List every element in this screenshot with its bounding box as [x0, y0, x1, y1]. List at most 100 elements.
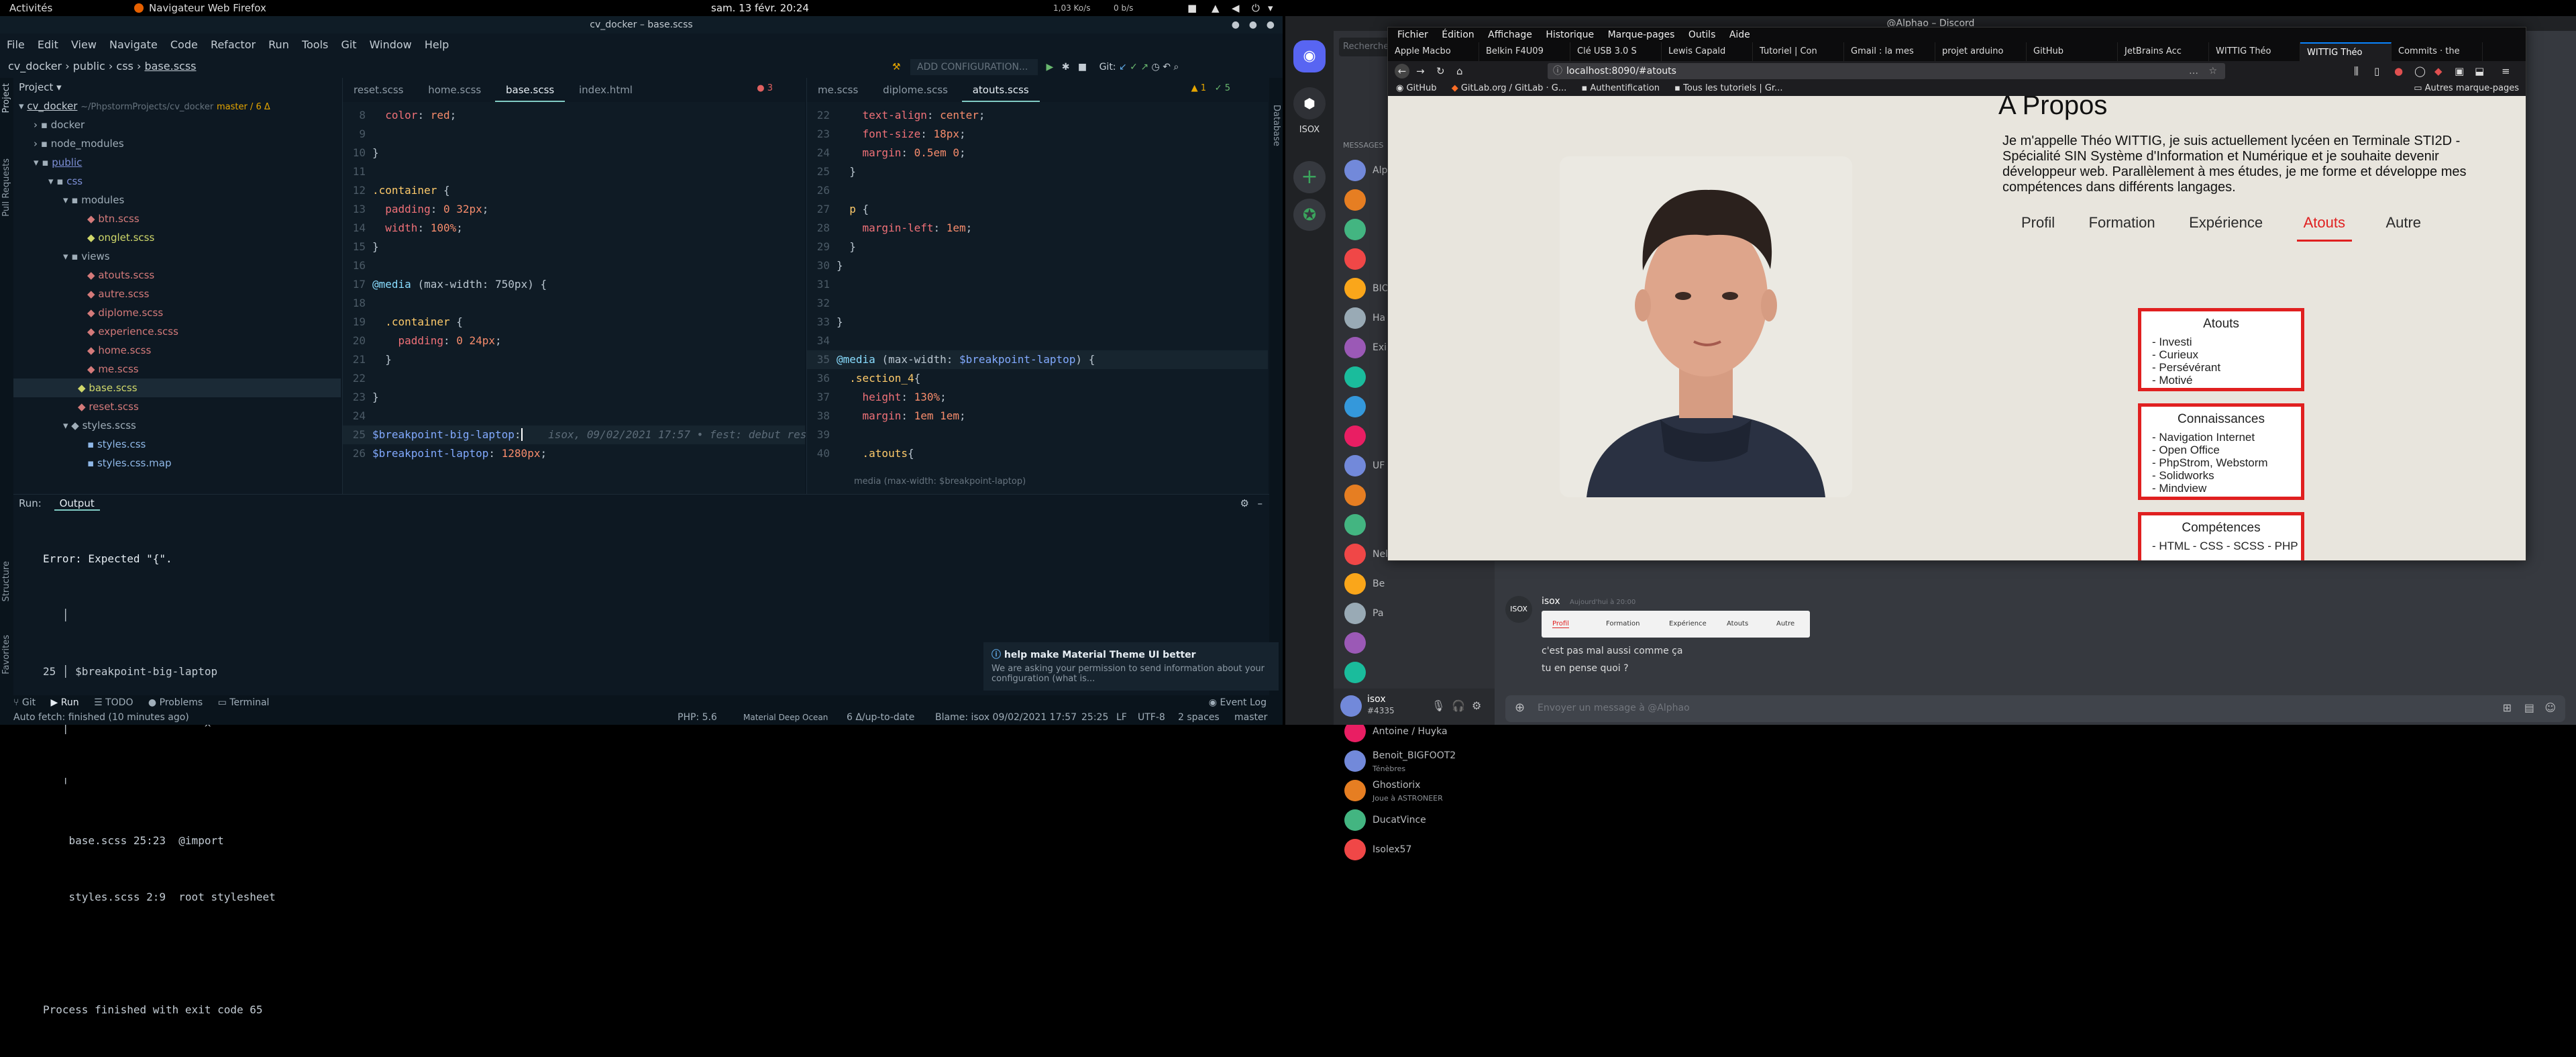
tree-root[interactable]: ▾ cv_docker ~/PhpstormProjects/cv_docker…: [13, 97, 341, 115]
headset-icon[interactable]: 🎧: [1452, 699, 1465, 712]
other-bookmarks[interactable]: ▭ Autres marque-pages: [2414, 81, 2519, 96]
home-button[interactable]: ⌂: [1456, 65, 1463, 77]
editor-breadcrumb[interactable]: media (max-width: $breakpoint-laptop): [854, 476, 1026, 487]
breadcrumb-public[interactable]: public: [73, 60, 105, 72]
favorites-tool-button[interactable]: Favorites: [1, 635, 11, 674]
debug-icon[interactable]: ✱: [1062, 62, 1070, 72]
tree-item[interactable]: ▪ styles.css: [13, 435, 341, 454]
project-tool-button[interactable]: Project: [1, 83, 11, 113]
sidebar-icon[interactable]: ▯: [2374, 65, 2379, 77]
browser-tab[interactable]: projet arduino: [1935, 42, 2027, 61]
tab-reset-scss[interactable]: reset.scss: [343, 78, 414, 102]
dm-list-item[interactable]: [1340, 658, 1492, 687]
tab-home-scss[interactable]: home.scss: [417, 78, 492, 102]
tree-item[interactable]: ▪ styles.css.map: [13, 454, 341, 472]
menu-refactor[interactable]: Refactor: [211, 38, 256, 51]
minimize-icon[interactable]: ●: [1232, 16, 1240, 34]
settings-icon[interactable]: ⚙: [1240, 495, 1249, 512]
ff-menu-bookmarks[interactable]: Marque-pages: [1608, 30, 1675, 40]
browser-tab[interactable]: Commits · the: [2392, 42, 2483, 61]
extension-icon-3[interactable]: ▣: [2455, 65, 2464, 77]
dm-list-item[interactable]: Pa: [1340, 599, 1492, 628]
nav-atouts[interactable]: Atouts: [2296, 214, 2352, 242]
page-info-icon[interactable]: ⓘ: [1553, 63, 1562, 79]
menu-window[interactable]: Window: [370, 38, 412, 51]
attach-icon[interactable]: ⊕: [1515, 701, 1525, 715]
library-icon[interactable]: ⫼: [2354, 65, 2359, 77]
menu-file[interactable]: File: [7, 38, 25, 51]
close-icon[interactable]: ●: [1267, 16, 1275, 34]
breadcrumb-css[interactable]: css: [116, 60, 133, 72]
hamburger-menu-icon[interactable]: ≡: [2502, 65, 2510, 77]
menu-navigate[interactable]: Navigate: [109, 38, 158, 51]
ff-menu-history[interactable]: Historique: [1546, 30, 1594, 40]
run-config-select[interactable]: ADD CONFIGURATION...: [910, 59, 1038, 75]
git-update-icon[interactable]: ↙: [1119, 62, 1127, 72]
browser-tab[interactable]: Apple Macbo: [1388, 42, 1479, 61]
nav-experience[interactable]: Expérience: [2189, 214, 2263, 232]
tree-item[interactable]: ▾ ▪ css: [13, 172, 341, 191]
browser-tab[interactable]: Tutoriel | Con: [1753, 42, 1844, 61]
clock[interactable]: sam. 13 févr. 20:24: [711, 0, 809, 16]
tree-item[interactable]: ▾ ▪ public: [13, 153, 341, 172]
volume-icon[interactable]: ◀: [1232, 0, 1240, 16]
status-fetch[interactable]: Auto fetch: finished (10 minutes ago): [13, 712, 189, 723]
bookmark-tutorials[interactable]: ▪ Tous les tutoriels | Gr...: [1674, 83, 1782, 93]
tab-atouts-scss[interactable]: atouts.scss: [961, 78, 1040, 102]
browser-tab[interactable]: Belkin F4U09: [1479, 42, 1570, 61]
code-area-right[interactable]: 22 text-align: center; 23 font-size: 18p…: [807, 102, 1268, 463]
output-tab[interactable]: Output: [54, 497, 100, 511]
tree-item[interactable]: ◆ diplome.scss: [13, 303, 341, 322]
nav-profil[interactable]: Profil: [2021, 214, 2055, 232]
ff-menu-help[interactable]: Aide: [1729, 30, 1750, 40]
tree-item[interactable]: › ▪ node_modules: [13, 134, 341, 153]
git-push-icon[interactable]: ↗: [1140, 62, 1148, 72]
structure-tool-button[interactable]: Structure: [1, 561, 11, 601]
ff-menu-edit[interactable]: Édition: [1442, 30, 1474, 40]
network-icon[interactable]: ▲: [1212, 0, 1220, 16]
chat-author-avatar[interactable]: ISOX: [1505, 596, 1532, 623]
tree-item[interactable]: ◆ home.scss: [13, 341, 341, 360]
status-sync[interactable]: 6 Δ/up-to-date: [847, 710, 914, 725]
user-settings-icon[interactable]: ⚙: [1472, 699, 1481, 712]
dm-list-item[interactable]: [1340, 628, 1492, 658]
todo-tool-tab[interactable]: ☰ TODO: [94, 697, 133, 708]
ff-menu-view[interactable]: Affichage: [1488, 30, 1532, 40]
ff-menu-file[interactable]: Fichier: [1397, 30, 1428, 40]
tree-item[interactable]: › ▪ docker: [13, 115, 341, 134]
page-actions-icon[interactable]: …: [2189, 63, 2198, 79]
nav-formation[interactable]: Formation: [2089, 214, 2155, 232]
hide-panel-icon[interactable]: –: [1258, 495, 1263, 512]
terminal-tool-tab[interactable]: ▭ Terminal: [218, 697, 270, 708]
nav-autre[interactable]: Autre: [2385, 214, 2421, 232]
tree-item[interactable]: ▾ ▪ modules: [13, 191, 341, 209]
tree-item[interactable]: ▾ ▪ views: [13, 247, 341, 266]
emoji-icon[interactable]: ☺: [2544, 701, 2556, 714]
tree-item[interactable]: ◆ me.scss: [13, 360, 341, 379]
tree-item[interactable]: ▾ ◆ styles.scss: [13, 416, 341, 435]
tree-item-selected[interactable]: ◆ base.scss: [13, 379, 341, 397]
forward-button[interactable]: →: [1416, 65, 1425, 77]
tree-item[interactable]: ◆ atouts.scss: [13, 266, 341, 285]
dm-list-item[interactable]: Be: [1340, 569, 1492, 599]
tab-index-html[interactable]: index.html: [568, 78, 643, 102]
code-area-left[interactable]: 8 color: red; 9 10} 11 12 .container { 13…: [343, 102, 820, 463]
add-server-icon[interactable]: +: [1293, 161, 1326, 193]
warning-count[interactable]: ▲ 1: [1191, 83, 1206, 93]
dm-list-item[interactable]: Isolex57: [1340, 835, 1492, 864]
breadcrumb-file[interactable]: base.scss: [144, 60, 196, 72]
server-icon[interactable]: ⬢: [1293, 87, 1326, 119]
tab-base-scss[interactable]: base.scss: [495, 78, 566, 102]
tree-item[interactable]: ◆ btn.scss: [13, 209, 341, 228]
activities-button[interactable]: Activités: [9, 0, 52, 16]
pull-requests-tool-button[interactable]: Pull Requests: [1, 158, 11, 217]
back-button[interactable]: ←: [1395, 64, 1409, 79]
bookmark-gitlab[interactable]: ◆ GitLab.org / GitLab · G...: [1452, 83, 1567, 93]
git-history-icon[interactable]: ◷: [1152, 62, 1160, 72]
error-count[interactable]: ● 3: [757, 83, 773, 93]
power-icon[interactable]: ⏻: [1252, 0, 1260, 16]
active-app-label[interactable]: Navigateur Web Firefox: [149, 0, 266, 16]
gift-icon[interactable]: ⊞: [2503, 701, 2512, 714]
browser-tab[interactable]: Gmail : la mes: [1844, 42, 1935, 61]
tab-diplome-scss[interactable]: diplome.scss: [872, 78, 959, 102]
